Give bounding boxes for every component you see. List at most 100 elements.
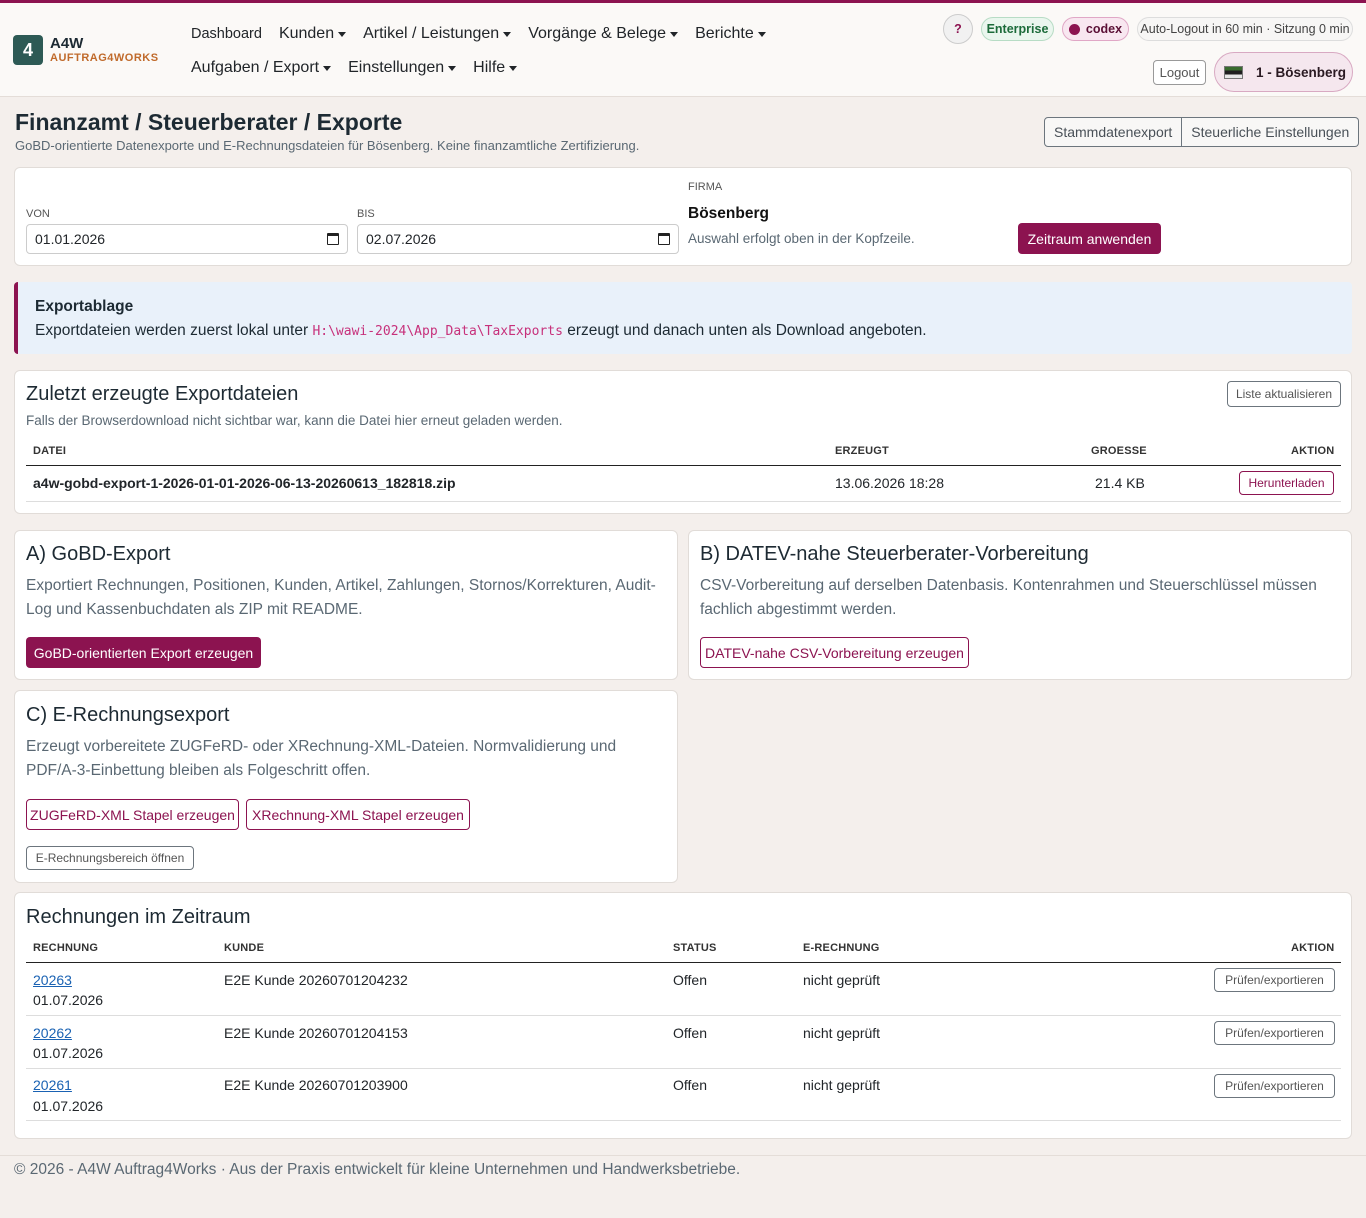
col-groesse: Groesse: [1091, 445, 1147, 457]
invoice-date: 01.07.2026: [33, 992, 104, 1008]
nav-vorgaenge[interactable]: Vorgänge & Belege: [528, 25, 679, 43]
table-row: 20263: [33, 972, 72, 988]
page-subtitle: GoBD-orientierte Datenexporte und E-Rech…: [15, 138, 640, 153]
session-timer: Auto-Logout in 60 min · Sitzung 0 min: [1137, 17, 1353, 41]
row-divider: [26, 1015, 1341, 1016]
erech-area-button[interactable]: E-Rechnungsbereich öffnen: [26, 846, 194, 870]
brand-subtitle: AUFTRAG4WORKS: [50, 52, 159, 64]
table-header-divider: [26, 962, 1341, 963]
from-label: Von: [26, 208, 50, 220]
recent-exports-card: Zuletzt erzeugte Exportdateien Falls der…: [14, 370, 1352, 514]
col-aktion: Aktion: [1291, 445, 1335, 457]
invoice-status: Offen: [673, 1077, 707, 1093]
nav-kunden[interactable]: Kunden: [279, 25, 347, 43]
chevron-down-icon: [757, 31, 766, 37]
invoice-erech-status: nicht geprüft: [803, 1025, 881, 1041]
invoice-link[interactable]: 20262: [33, 1025, 72, 1041]
master-data-export-button[interactable]: Stammdatenexport: [1044, 117, 1183, 147]
datev-title: B) DATEV-nahe Steuerberater-Vorbereitung: [700, 543, 1089, 565]
datev-export-card: B) DATEV-nahe Steuerberater-Vorbereitung…: [688, 530, 1352, 680]
erech-description: Erzeugt vorbereitete ZUGFeRD- oder XRech…: [26, 738, 617, 779]
export-file-name: a4w-gobd-export-1-2026-01-01-2026-06-13-…: [33, 475, 456, 491]
invoice-link[interactable]: 20261: [33, 1077, 72, 1093]
page-title: Finanzamt / Steuerberater / Exporte: [15, 109, 403, 135]
table-row: 20261: [33, 1077, 72, 1093]
tax-settings-button[interactable]: Steuerliche Einstellungen: [1182, 117, 1360, 147]
col-aktion: Aktion: [1291, 942, 1335, 954]
nav-einstellungen[interactable]: Einstellungen: [348, 59, 457, 77]
from-date-input[interactable]: 01.01.2026: [26, 224, 348, 254]
user-status-icon: [1068, 23, 1080, 35]
nav-aufgaben-export[interactable]: Aufgaben / Export: [191, 59, 332, 77]
chevron-down-icon: [338, 31, 347, 37]
invoice-customer: E2E Kunde 20260701204232: [224, 972, 408, 988]
xrechnung-batch-button[interactable]: XRechnung-XML Stapel erzeugen: [246, 799, 470, 830]
col-erzeugt: Erzeugt: [835, 445, 889, 457]
gobd-export-button[interactable]: GoBD-orientierten Export erzeugen: [26, 637, 261, 668]
check-export-button[interactable]: Prüfen/exportieren: [1214, 968, 1335, 992]
invoice-date: 01.07.2026: [33, 1098, 104, 1114]
page-footer: © 2026 - A4W Auftrag4Works · Aus der Pra…: [0, 1155, 1366, 1218]
company-flag-icon: [1224, 65, 1243, 79]
invoice-customer: E2E Kunde 20260701204153: [224, 1025, 408, 1041]
erechnung-export-card: C) E-Rechnungsexport Erzeugt vorbereitet…: [14, 690, 678, 883]
brand-logo[interactable]: 4 A4W AUFTRAG4WORKS: [13, 35, 159, 65]
edition-badge: Enterprise: [981, 17, 1054, 41]
user-badge[interactable]: codex: [1062, 17, 1129, 41]
check-export-button[interactable]: Prüfen/exportieren: [1214, 1021, 1335, 1045]
calendar-icon[interactable]: [327, 233, 339, 245]
app-header: 4 A4W AUFTRAG4WORKS Dashboard Kunden Art…: [0, 3, 1366, 97]
nav-berichte[interactable]: Berichte: [695, 25, 766, 43]
company-selector[interactable]: 1 - Bösenberg: [1214, 52, 1353, 92]
download-button[interactable]: Herunterladen: [1239, 471, 1334, 495]
datev-csv-button[interactable]: DATEV-nahe CSV-Vorbereitung erzeugen: [700, 637, 969, 668]
recent-exports-title: Zuletzt erzeugte Exportdateien: [26, 383, 299, 405]
check-export-button[interactable]: Prüfen/exportieren: [1214, 1074, 1335, 1098]
footer-text: © 2026 - A4W Auftrag4Works · Aus der Pra…: [14, 1161, 741, 1178]
row-divider: [26, 1120, 1341, 1121]
brand-name: A4W: [50, 35, 84, 52]
zugferd-batch-button[interactable]: ZUGFeRD-XML Stapel erzeugen: [26, 799, 239, 830]
col-rechnung: Rechnung: [33, 942, 99, 954]
main-nav-row-1: Dashboard Kunden Artikel / Leistungen Vo…: [191, 25, 783, 43]
alert-title: Exportablage: [35, 298, 134, 315]
table-header-divider: [26, 465, 1341, 466]
gobd-description: Exportiert Rechnungen, Positionen, Kunde…: [26, 577, 656, 618]
col-erechnung: E-Rechnung: [803, 942, 880, 954]
row-divider: [26, 1068, 1341, 1069]
nav-artikel[interactable]: Artikel / Leistungen: [363, 25, 512, 43]
nav-hilfe[interactable]: Hilfe: [473, 59, 518, 77]
invoice-status: Offen: [673, 1025, 707, 1041]
export-created: 13.06.2026 18:28: [835, 475, 944, 491]
logout-button[interactable]: Logout: [1153, 60, 1206, 85]
gobd-title: A) GoBD-Export: [26, 543, 171, 565]
firma-hint: Auswahl erfolgt oben in der Kopfzeile.: [688, 231, 915, 246]
calendar-icon[interactable]: [658, 233, 670, 245]
invoice-date: 01.07.2026: [33, 1045, 104, 1061]
refresh-list-button[interactable]: Liste aktualisieren: [1227, 381, 1341, 407]
to-label: Bis: [357, 208, 375, 220]
main-nav-row-2: Aufgaben / Export Einstellungen Hilfe: [191, 59, 534, 77]
recent-exports-hint: Falls der Browserdownload nicht sichtbar…: [26, 413, 563, 428]
gobd-export-card: A) GoBD-Export Exportiert Rechnungen, Po…: [14, 530, 678, 680]
row-divider: [26, 501, 1341, 502]
apply-period-button[interactable]: Zeitraum anwenden: [1018, 223, 1161, 254]
table-row: 20262: [33, 1025, 72, 1041]
invoice-erech-status: nicht geprüft: [803, 972, 881, 988]
nav-dashboard[interactable]: Dashboard: [191, 26, 262, 42]
chevron-down-icon: [509, 65, 518, 71]
to-date-input[interactable]: 02.07.2026: [357, 224, 679, 254]
firma-name: Bösenberg: [688, 205, 769, 222]
export-storage-alert: Exportablage Exportdateien werden zuerst…: [14, 282, 1352, 354]
col-status: Status: [673, 942, 717, 954]
invoice-customer: E2E Kunde 20260701203900: [224, 1077, 408, 1093]
chevron-down-icon: [323, 65, 332, 71]
page-actions: Stammdatenexport Steuerliche Einstellung…: [1044, 117, 1360, 147]
help-button[interactable]: ?: [943, 14, 973, 44]
invoices-title: Rechnungen im Zeitraum: [26, 906, 251, 928]
erech-title: C) E-Rechnungsexport: [26, 704, 230, 726]
export-size: 21.4 KB: [1095, 475, 1145, 491]
datev-description: CSV-Vorbereitung auf derselben Datenbasi…: [700, 577, 1317, 618]
period-filter-card: Von 01.01.2026 Bis 02.07.2026 Firma Böse…: [14, 167, 1352, 266]
invoice-link[interactable]: 20263: [33, 972, 72, 988]
